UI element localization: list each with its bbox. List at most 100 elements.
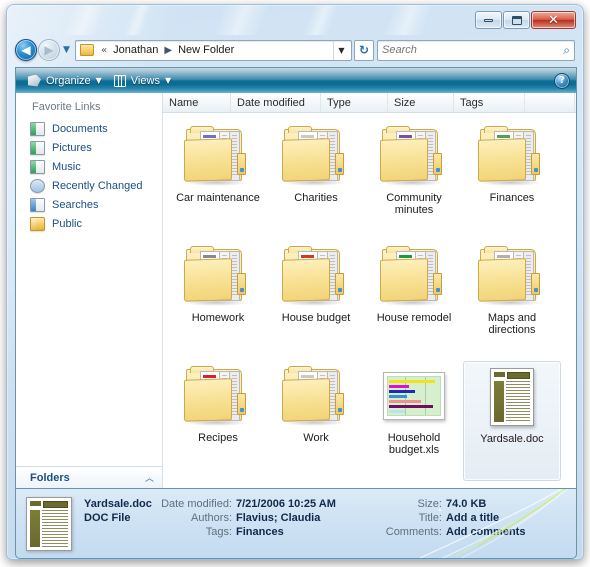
item-label: Car maintenance bbox=[176, 192, 260, 204]
folder-icon bbox=[380, 245, 448, 307]
folder-tab bbox=[531, 273, 540, 295]
spreadsheet-chart bbox=[387, 376, 441, 416]
chevron-down-icon[interactable]: ▼ bbox=[333, 40, 349, 60]
maximize-button[interactable] bbox=[503, 11, 530, 29]
folder-front bbox=[478, 258, 526, 302]
grid-item-yardsale-doc[interactable]: Yardsale.doc bbox=[463, 361, 561, 481]
details-file-type: DOC File bbox=[84, 512, 131, 524]
grid-item-charities[interactable]: Charities bbox=[267, 121, 365, 241]
sidebar-item-public[interactable]: Public bbox=[16, 214, 162, 233]
back-arrow-icon: ◀ bbox=[21, 43, 31, 57]
details-identity: Yardsale.doc DOC File bbox=[84, 497, 154, 539]
grid-item-work[interactable]: Work bbox=[267, 361, 365, 481]
forward-button[interactable]: ▶ bbox=[38, 39, 60, 61]
folder-tab bbox=[531, 153, 540, 175]
column-header-type[interactable]: Type bbox=[321, 93, 388, 112]
detail-value[interactable]: Add comments bbox=[446, 525, 525, 539]
detail-key: Comments: bbox=[385, 526, 442, 538]
detail-value[interactable]: Flavius; Claudia bbox=[236, 511, 320, 525]
column-header-blank[interactable] bbox=[525, 93, 575, 112]
column-header-size[interactable]: Size bbox=[388, 93, 454, 112]
detail-row: Size: 74.0 KB bbox=[376, 497, 525, 511]
file-list-pane: Name Date modified Type Size Tags Car mainte… bbox=[163, 93, 576, 488]
thumb-sidebar bbox=[30, 510, 40, 547]
help-button[interactable]: ? bbox=[554, 72, 570, 89]
navigation-bar: ◀ ▶ ▼ « Jonathan ▶ New Folder ▼ ↻ ⌕ bbox=[7, 35, 583, 65]
folder-icon bbox=[184, 365, 252, 427]
detail-row: Date modified: 7/21/2006 10:25 AM bbox=[154, 497, 376, 511]
folder-front bbox=[282, 378, 330, 422]
pictures-icon bbox=[30, 140, 45, 155]
detail-value[interactable]: Add a title bbox=[446, 511, 499, 525]
detail-row: Tags: Finances bbox=[154, 525, 376, 539]
breadcrumb-item-jonathan[interactable]: Jonathan bbox=[110, 43, 161, 57]
details-fields: Date modified: 7/21/2006 10:25 AM Authors:… bbox=[154, 497, 566, 539]
detail-key: Tags: bbox=[205, 526, 232, 538]
views-icon bbox=[113, 74, 126, 87]
chevron-down-icon: ▼ bbox=[164, 76, 172, 85]
minimize-button[interactable] bbox=[475, 11, 502, 29]
address-bar[interactable]: « Jonathan ▶ New Folder ▼ bbox=[75, 39, 352, 61]
sidebar-item-recently-changed[interactable]: Recently Changed bbox=[16, 176, 162, 195]
refresh-button[interactable]: ↻ bbox=[354, 39, 374, 61]
detail-value[interactable]: 7/21/2006 10:25 AM bbox=[236, 497, 336, 511]
search-box[interactable]: ⌕ bbox=[377, 39, 575, 61]
grid-item-homework[interactable]: Homework bbox=[169, 241, 267, 361]
grid-item-house-budget[interactable]: House budget bbox=[267, 241, 365, 361]
grid-item-car-maintenance[interactable]: Car maintenance bbox=[169, 121, 267, 241]
back-button[interactable]: ◀ bbox=[15, 39, 37, 61]
column-header-name[interactable]: Name bbox=[163, 93, 231, 112]
spreadsheet-icon bbox=[380, 365, 448, 427]
search-input[interactable] bbox=[382, 44, 564, 56]
detail-row: Comments: Add comments bbox=[376, 525, 526, 539]
grid-item-finances[interactable]: Finances bbox=[463, 121, 561, 241]
details-file-name: Yardsale.doc bbox=[84, 498, 152, 510]
views-label: Views bbox=[130, 74, 160, 87]
sidebar-item-label: Searches bbox=[52, 198, 99, 211]
thumb-title-bar bbox=[43, 501, 68, 508]
client-area: Favorite Links Documents Pictures Music Rec… bbox=[15, 93, 577, 489]
grid-item-maps-and-directions[interactable]: Maps and directions bbox=[463, 241, 561, 361]
explorer-window: ✕ ◀ ▶ ▼ « Jonathan ▶ New Folder ▼ ↻ ⌕ Or… bbox=[6, 4, 584, 560]
column-header-tags[interactable]: Tags bbox=[454, 93, 525, 112]
organize-button[interactable]: Organize ▼ bbox=[22, 70, 108, 91]
sidebar-item-pictures[interactable]: Pictures bbox=[16, 138, 162, 157]
folder-icon bbox=[282, 365, 350, 427]
favorite-links-list: Documents Pictures Music Recently Changed Se… bbox=[16, 117, 162, 466]
documents-icon bbox=[30, 121, 45, 136]
sidebar-item-label: Documents bbox=[52, 122, 108, 135]
grid-item-recipes[interactable]: Recipes bbox=[169, 361, 267, 481]
detail-key: Title: bbox=[418, 512, 442, 524]
grid-item-house-remodel[interactable]: House remodel bbox=[365, 241, 463, 361]
grid-item-community-minutes[interactable]: Community minutes bbox=[365, 121, 463, 241]
item-label: Maps and directions bbox=[487, 312, 537, 336]
breadcrumb-item-new-folder[interactable]: New Folder bbox=[175, 43, 237, 57]
folder-front bbox=[282, 138, 330, 182]
details-pane: Yardsale.doc DOC File Date modified: 7/21… bbox=[15, 489, 577, 559]
thumb-logo bbox=[30, 501, 41, 506]
music-icon bbox=[30, 159, 45, 174]
folder-front bbox=[184, 378, 232, 422]
history-dropdown-button[interactable]: ▼ bbox=[60, 45, 73, 55]
search-icon[interactable]: ⌕ bbox=[563, 43, 570, 58]
sidebar-item-documents[interactable]: Documents bbox=[16, 119, 162, 138]
chevron-up-icon: ︿ bbox=[144, 474, 154, 484]
folder-icon bbox=[282, 125, 350, 187]
close-button[interactable]: ✕ bbox=[531, 11, 576, 29]
details-fields-right: Size: 74.0 KB Title: Add a title Comments: Ad… bbox=[376, 497, 526, 539]
detail-value[interactable]: Finances bbox=[236, 525, 284, 539]
document-icon bbox=[478, 366, 546, 428]
sidebar-item-music[interactable]: Music bbox=[16, 157, 162, 176]
views-button[interactable]: Views ▼ bbox=[108, 70, 177, 91]
detail-value[interactable]: 74.0 KB bbox=[446, 497, 486, 511]
breadcrumb-separator-icon[interactable]: ▶ bbox=[161, 45, 175, 56]
folder-tab bbox=[433, 153, 442, 175]
folder-tab bbox=[237, 273, 246, 295]
sidebar-item-searches[interactable]: Searches bbox=[16, 195, 162, 214]
recently-changed-icon bbox=[30, 178, 45, 193]
folder-front bbox=[380, 138, 428, 182]
grid-item-household-budget-xls[interactable]: Household budget.xls bbox=[365, 361, 463, 481]
column-header-date-modified[interactable]: Date modified bbox=[231, 93, 321, 112]
folders-bar[interactable]: Folders ︿ bbox=[16, 466, 162, 488]
breadcrumb-overflow[interactable]: « bbox=[98, 45, 110, 56]
